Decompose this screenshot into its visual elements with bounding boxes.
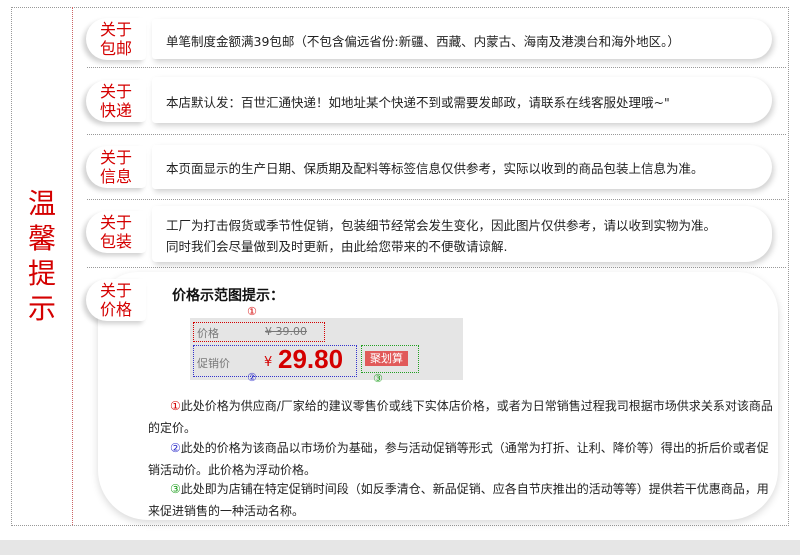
row-divider [87,134,786,135]
tip-row-shipping: 关于 包邮 单笔制度金额满39包邮（不包含偏远省份:新疆、西藏、内蒙古、海南及港… [86,14,776,64]
badge-line: 信息 [99,167,132,186]
tip-packaging-text-2: 同时我们会尽量做到及时更新，由此给您带来的不便敬请谅解. [166,239,508,254]
promo-currency: ¥ [264,355,273,370]
badge-line: 包邮 [99,39,132,58]
promo-price-value: 29.80 [278,344,344,374]
side-title: 温 馨 提 示 [26,186,58,326]
side-title-char: 馨 [27,222,56,255]
list-price-value: ¥ 39.00 [265,325,307,338]
tip-packaging-text-1: 工厂为打击假货或季节性促销，包装细节经常会发生变化，因此图片仅供参考，请以收到实… [166,218,717,233]
badge-line: 价格 [99,300,132,319]
tip-shipping-text: 单笔制度金额满39包邮（不包含偏远省份:新疆、西藏、内蒙古、海南及港澳台和海外地… [166,34,680,49]
row-divider [87,67,786,68]
side-title-char: 示 [27,292,56,325]
tip-courier-box: 本店默认发：百世汇通快递！如地址某个快递不到或需要发邮政，请联系在线客服处理哦~… [152,77,772,123]
price-section-title: 价格示范图提示： [172,288,284,304]
badge-packaging: 关于 包装 [86,211,146,253]
bottom-band [0,540,800,555]
note-text: 此处的价格为该商品以市场价为基础，参与活动促销等形式（通常为打折、让利、降价等）… [148,441,769,477]
promo-tag: 聚划算 [365,351,408,366]
badge-line: 关于 [99,281,132,300]
tip-packaging-box: 工厂为打击假货或季节性促销，包装细节经常会发生变化，因此图片仅供参考，请以收到实… [152,206,772,262]
marker-1: ① [247,305,257,318]
price-note-3: ③此处即为店铺在特定促销时间段（如反季清仓、新品促销、应各自节庆推出的活动等等）… [148,478,773,522]
row-divider [87,199,786,200]
side-title-char: 提 [27,257,56,290]
badge-line: 关于 [99,213,132,232]
badge-courier: 关于 快递 [86,80,146,122]
badge-line: 关于 [99,148,132,167]
tip-row-courier: 关于 快递 本店默认发：百世汇通快递！如地址某个快递不到或需要发邮政，请联系在线… [86,76,776,126]
marker-3: ③ [373,372,383,385]
tip-info-box: 本页面显示的生产日期、保质期及配料等标签信息仅供参考，实际以收到的商品包装上信息… [152,145,772,189]
side-title-char: 温 [27,187,56,220]
tip-row-packaging: 关于 包装 工厂为打击假货或季节性促销，包装细节经常会发生变化，因此图片仅供参考… [86,205,776,265]
price-note-2: ②此处的价格为该商品以市场价为基础，参与活动促销等形式（通常为打折、让利、降价等… [148,437,773,481]
tip-info-text: 本页面显示的生产日期、保质期及配料等标签信息仅供参考，实际以收到的商品包装上信息… [166,161,704,176]
badge-line: 快递 [99,101,132,120]
note-number: ① [170,399,181,413]
badge-line: 包装 [99,232,132,251]
tip-shipping-box: 单笔制度金额满39包邮（不包含偏远省份:新疆、西藏、内蒙古、海南及港澳台和海外地… [152,19,772,59]
badge-info: 关于 信息 [86,146,146,188]
promo-price-label: 促销价 [197,357,230,370]
note-number: ③ [170,482,181,496]
badge-line: 关于 [99,82,132,101]
marker-2: ② [247,371,257,384]
list-price-label: 价格 [197,327,219,340]
badge-shipping: 关于 包邮 [86,18,146,60]
tip-row-info: 关于 信息 本页面显示的生产日期、保质期及配料等标签信息仅供参考，实际以收到的商… [86,143,776,193]
badge-line: 关于 [99,20,132,39]
badge-price: 关于 价格 [86,279,146,321]
note-text: 此处价格为供应商/厂家给的建议零售价或线下实体店价格，或者为日常销售过程我司根据… [148,399,773,435]
tip-courier-text: 本店默认发：百世汇通快递！如地址某个快递不到或需要发邮政，请联系在线客服处理哦~… [166,95,670,110]
note-number: ② [170,441,181,455]
note-text: 此处即为店铺在特定促销时间段（如反季清仓、新品促销、应各自节庆推出的活动等等）提… [148,482,769,518]
price-note-1: ①此处价格为供应商/厂家给的建议零售价或线下实体店价格，或者为日常销售过程我司根… [148,395,773,439]
row-divider [87,267,786,268]
